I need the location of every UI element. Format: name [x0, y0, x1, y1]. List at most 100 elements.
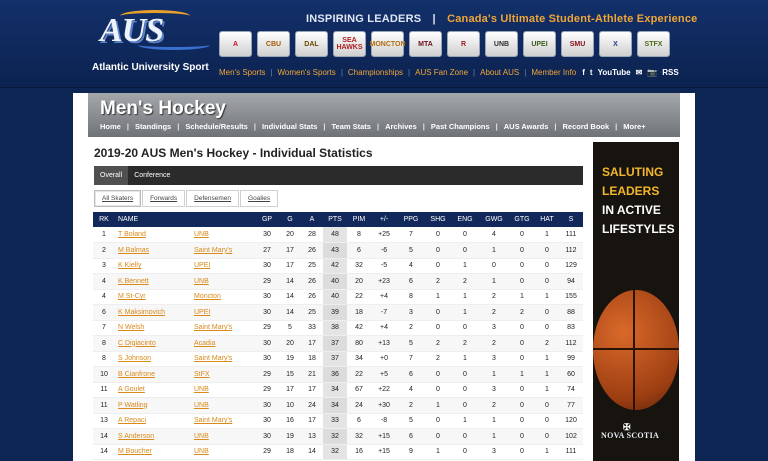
nav-link-about-aus[interactable]: About AUS — [480, 68, 519, 77]
player-link[interactable]: M St-Cyr — [115, 289, 191, 305]
stat-cell: 1 — [535, 227, 559, 243]
filter-defensemen[interactable]: Defensemen — [186, 190, 240, 207]
team-link[interactable]: UPEI — [191, 304, 255, 321]
stat-cell: 17 — [301, 382, 323, 398]
subnav-link-individual-stats[interactable]: Individual Stats — [262, 122, 317, 131]
team-logo-x[interactable]: X — [599, 31, 632, 57]
team-link[interactable]: Saint Mary's — [191, 413, 255, 429]
team-link[interactable]: StFX — [191, 366, 255, 383]
nav-link-member-info[interactable]: Member Info — [531, 68, 576, 77]
column-header[interactable]: SHG — [425, 212, 451, 227]
nav-link-aus-fan-zone[interactable]: AUS Fan Zone — [415, 68, 468, 77]
subnav-link-standings[interactable]: Standings — [135, 122, 171, 131]
team-logo-smu[interactable]: SMU — [561, 31, 594, 57]
player-link[interactable]: K Maksimovich — [115, 304, 191, 321]
team-logo-unb[interactable]: UNB — [485, 31, 518, 57]
column-header[interactable] — [191, 212, 255, 227]
instagram-icon[interactable]: 📷 — [647, 68, 657, 77]
player-link[interactable]: P Watling — [115, 397, 191, 414]
aus-logo[interactable]: AUS Atlantic University Sport — [92, 10, 214, 73]
column-header[interactable]: +/- — [371, 212, 397, 227]
team-link[interactable]: UNB — [191, 273, 255, 290]
team-logo-r[interactable]: R — [447, 31, 480, 57]
team-logo-moncton[interactable]: MONCTON — [369, 31, 406, 57]
team-logo-label: MONCTON — [369, 40, 406, 48]
nav-link-women-s-sports[interactable]: Women's Sports — [278, 68, 336, 77]
column-header[interactable]: PIM — [347, 212, 371, 227]
stat-cell: 1 — [479, 413, 509, 429]
subnav-link-record-book[interactable]: Record Book — [562, 122, 609, 131]
subnav-link-aus-awards[interactable]: AUS Awards — [504, 122, 549, 131]
subnav-link-home[interactable]: Home — [100, 122, 121, 131]
nav-link-championships[interactable]: Championships — [348, 68, 403, 77]
player-link[interactable]: A Goulet — [115, 382, 191, 398]
column-header[interactable]: HAT — [535, 212, 559, 227]
facebook-icon[interactable]: f — [582, 68, 585, 77]
team-link[interactable]: UNB — [191, 382, 255, 398]
team-logo-a[interactable]: A — [219, 31, 252, 57]
team-logo-label: MTA — [418, 40, 433, 48]
sponsor-ad[interactable]: SALUTING LEADERS IN ACTIVE LIFESTYLES ✠ … — [593, 142, 679, 461]
tab-overall[interactable]: Overall — [94, 166, 129, 185]
player-link[interactable]: B Cianfrone — [115, 366, 191, 383]
team-link[interactable]: Acadia — [191, 335, 255, 352]
team-link[interactable]: Moncton — [191, 289, 255, 305]
stat-cell: 17 — [279, 258, 301, 274]
player-link[interactable]: K Bennett — [115, 273, 191, 290]
team-logo-cbu[interactable]: CBU — [257, 31, 290, 57]
rss-icon[interactable]: RSS — [662, 68, 678, 77]
twitter-icon[interactable]: t — [590, 68, 593, 77]
column-header[interactable]: S — [559, 212, 583, 227]
tab-conference[interactable]: Conference — [128, 166, 176, 185]
player-link[interactable]: T Boland — [115, 227, 191, 243]
stat-cell: +13 — [371, 335, 397, 352]
subnav-separator: | — [554, 122, 557, 131]
subnav-link-team-stats[interactable]: Team Stats — [332, 122, 371, 131]
team-logo-sea-hawks[interactable]: SEA HAWKS — [333, 31, 366, 57]
player-link[interactable]: M Boucher — [115, 444, 191, 460]
subnav-link-schedule-results[interactable]: Schedule/Results — [185, 122, 248, 131]
table-row: 13 A Repaci Saint Mary's 30 16 17 33 6 -8 5 0 1 1 0 0 1… — [93, 413, 583, 429]
column-header[interactable]: RK — [93, 212, 115, 227]
column-header[interactable]: ENG — [451, 212, 479, 227]
player-link[interactable]: S Anderson — [115, 428, 191, 445]
team-logo-mta[interactable]: MTA — [409, 31, 442, 57]
player-link[interactable]: M Balmas — [115, 242, 191, 259]
team-logo-stfx[interactable]: STFX — [637, 31, 670, 57]
youtube-icon[interactable]: YouTube — [598, 68, 631, 77]
column-header[interactable]: PTS — [323, 212, 347, 227]
email-icon[interactable]: ✉ — [636, 68, 643, 77]
player-link[interactable]: N Welsh — [115, 320, 191, 336]
column-header[interactable]: GP — [255, 212, 279, 227]
team-link[interactable]: UNB — [191, 444, 255, 460]
team-link[interactable]: UNB — [191, 227, 255, 243]
column-header[interactable]: A — [301, 212, 323, 227]
filter-goalies[interactable]: Goalies — [240, 190, 279, 207]
team-logo-upei[interactable]: UPEI — [523, 31, 556, 57]
subnav-link-past-champions[interactable]: Past Champions — [431, 122, 490, 131]
player-link[interactable]: S Johnson — [115, 351, 191, 367]
team-link[interactable]: UNB — [191, 397, 255, 414]
column-header[interactable]: G — [279, 212, 301, 227]
column-header[interactable]: PPG — [397, 212, 425, 227]
stat-cell: 1 — [451, 413, 479, 429]
player-link[interactable]: A Repaci — [115, 413, 191, 429]
team-link[interactable]: UNB — [191, 428, 255, 445]
player-link[interactable]: K Kielly — [115, 258, 191, 274]
team-logo-dal[interactable]: DAL — [295, 31, 328, 57]
team-link[interactable]: Saint Mary's — [191, 351, 255, 367]
nav-link-men-s-sports[interactable]: Men's Sports — [219, 68, 265, 77]
filter-forwards[interactable]: Forwards — [142, 190, 186, 207]
player-link[interactable]: C Digiacinto — [115, 335, 191, 352]
subnav-link-archives[interactable]: Archives — [385, 122, 417, 131]
subnav-link-more-[interactable]: More+ — [623, 122, 645, 131]
team-link[interactable]: UPEI — [191, 258, 255, 274]
column-header[interactable]: NAME — [115, 212, 191, 227]
team-link[interactable]: Saint Mary's — [191, 242, 255, 259]
column-header[interactable]: GTG — [509, 212, 535, 227]
team-link[interactable]: Saint Mary's — [191, 320, 255, 336]
filter-all-skaters[interactable]: All Skaters — [94, 190, 142, 207]
column-header[interactable]: GWG — [479, 212, 509, 227]
stat-cell: 26 — [301, 273, 323, 290]
stat-cell: 19 — [279, 351, 301, 367]
